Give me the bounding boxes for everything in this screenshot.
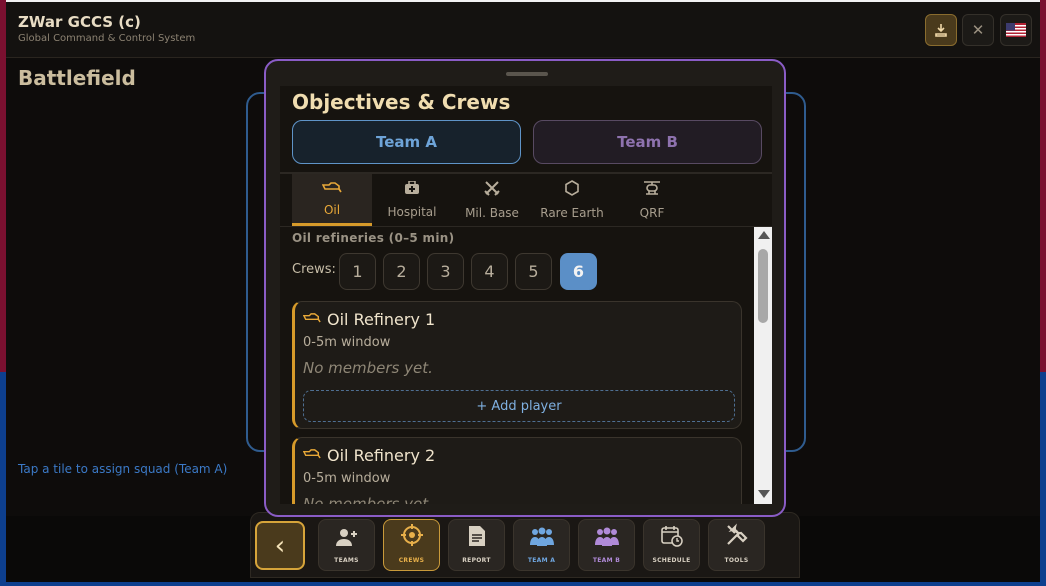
calendar-icon xyxy=(660,525,683,551)
crew-count-button[interactable]: 1 xyxy=(339,253,376,290)
objectives-modal: Objectives & Crews Team A Team B Oil Hos… xyxy=(264,59,786,517)
nav-label: TOOLS xyxy=(724,557,749,564)
card-window: 0-5m window xyxy=(303,335,391,350)
objective-tabs: Oil Hospital Mil. Base Rare Earth QRF xyxy=(292,174,772,226)
helicopter-icon xyxy=(642,180,662,199)
scroll-down-arrow-icon[interactable] xyxy=(758,490,770,498)
nav-label: REPORT xyxy=(462,557,491,564)
card-window: 0-5m window xyxy=(303,471,391,486)
section-title: Oil refineries (0–5 min) xyxy=(292,231,455,245)
scrollbar[interactable] xyxy=(754,227,772,504)
crosshair-icon xyxy=(400,523,424,551)
tab-mil-base[interactable]: Mil. Base xyxy=(452,174,532,226)
tools-icon xyxy=(725,523,749,551)
nav-report[interactable]: REPORT xyxy=(448,519,505,571)
tab-label: Hospital xyxy=(387,205,437,219)
objectives-list[interactable]: Oil refineries (0–5 min) Crews: 1 2 3 4 … xyxy=(280,227,772,504)
assign-hint: Tap a tile to assign squad (Team A) xyxy=(18,462,228,476)
scroll-up-arrow-icon[interactable] xyxy=(758,231,770,239)
back-button[interactable]: ‹ xyxy=(255,521,305,570)
oil-icon xyxy=(321,181,342,196)
page-title: Battlefield xyxy=(18,66,136,90)
close-button[interactable]: ✕ xyxy=(962,14,994,46)
us-flag-icon xyxy=(1006,23,1026,37)
oil-icon xyxy=(302,448,321,463)
chevron-left-icon: ‹ xyxy=(274,530,286,561)
team-b-edge-right xyxy=(1040,0,1046,372)
tab-qrf[interactable]: QRF xyxy=(612,174,692,226)
crew-count-button-selected[interactable]: 6 xyxy=(560,253,597,290)
download-button[interactable] xyxy=(925,14,957,46)
nav-schedule[interactable]: SCHEDULE xyxy=(643,519,700,571)
app-title: ZWar GCCS (c) xyxy=(18,13,141,31)
nav-label: TEAM A xyxy=(527,557,556,564)
crew-count-button[interactable]: 2 xyxy=(383,253,420,290)
objective-card: Oil Refinery 2 0-5m window No members ye… xyxy=(292,437,742,504)
card-empty-state: No members yet. xyxy=(303,359,433,377)
crew-count-button[interactable]: 5 xyxy=(515,253,552,290)
group-icon xyxy=(529,527,555,551)
tab-label: QRF xyxy=(639,206,665,220)
tab-label: Mil. Base xyxy=(465,206,519,220)
tab-hospital[interactable]: Hospital xyxy=(372,174,452,226)
tab-label: Oil xyxy=(323,202,341,217)
document-icon xyxy=(468,525,486,551)
card-empty-state: No members yet. xyxy=(303,495,433,504)
download-icon xyxy=(935,24,947,37)
tab-label: Rare Earth xyxy=(540,206,604,220)
drag-handle[interactable] xyxy=(506,72,548,76)
oil-icon xyxy=(302,312,321,327)
scrollbar-thumb[interactable] xyxy=(758,249,768,323)
nav-label: CREWS xyxy=(398,557,425,564)
add-player-button[interactable]: + Add player xyxy=(303,390,735,422)
card-title-text: Oil Refinery 2 xyxy=(327,446,436,465)
hospital-icon xyxy=(404,180,420,198)
nav-label: TEAMS xyxy=(334,557,359,564)
card-title: Oil Refinery 1 xyxy=(302,310,436,329)
objective-card: Oil Refinery 1 0-5m window No members ye… xyxy=(292,301,742,429)
language-button[interactable] xyxy=(1000,14,1032,46)
card-title-text: Oil Refinery 1 xyxy=(327,310,436,329)
nav-label: SCHEDULE xyxy=(652,557,691,564)
nav-tools[interactable]: TOOLS xyxy=(708,519,765,571)
tab-oil[interactable]: Oil xyxy=(292,174,372,226)
bottom-edge xyxy=(0,582,1046,586)
nav-team-a[interactable]: TEAM A xyxy=(513,519,570,571)
crew-count-button[interactable]: 4 xyxy=(471,253,508,290)
nav-crews[interactable]: CREWS xyxy=(383,519,440,571)
card-title: Oil Refinery 2 xyxy=(302,446,436,465)
crews-label: Crews: xyxy=(292,262,336,277)
modal-title: Objectives & Crews xyxy=(292,90,511,114)
add-user-icon xyxy=(335,527,359,551)
hexagon-icon xyxy=(565,180,579,199)
app-header: ZWar GCCS (c) Global Command & Control S… xyxy=(6,2,1040,58)
team-a-button[interactable]: Team A xyxy=(292,120,521,164)
crossed-swords-icon xyxy=(484,180,500,199)
crew-count-button[interactable]: 3 xyxy=(427,253,464,290)
team-b-button[interactable]: Team B xyxy=(533,120,762,164)
team-a-edge-right xyxy=(1040,372,1046,586)
close-icon: ✕ xyxy=(971,21,985,39)
nav-label: TEAM B xyxy=(592,557,621,564)
group-icon xyxy=(594,527,620,551)
app-subtitle: Global Command & Control System xyxy=(18,33,196,44)
tab-rare-earth[interactable]: Rare Earth xyxy=(532,174,612,226)
nav-teams[interactable]: TEAMS xyxy=(318,519,375,571)
nav-team-b[interactable]: TEAM B xyxy=(578,519,635,571)
modal-body: Objectives & Crews Team A Team B Oil Hos… xyxy=(280,86,772,504)
